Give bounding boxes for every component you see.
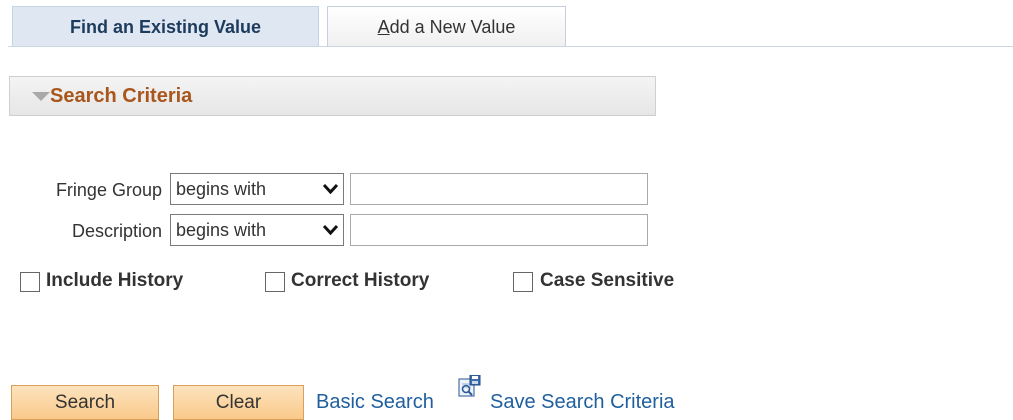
search-criteria-header[interactable]: Search Criteria: [9, 76, 656, 116]
case-sensitive-label: Case Sensitive: [540, 270, 675, 291]
description-input[interactable]: [350, 214, 648, 246]
clear-button[interactable]: Clear: [173, 385, 304, 420]
fringe-group-operator-select[interactable]: begins with: [170, 173, 344, 205]
case-sensitive-checkbox[interactable]: [513, 272, 533, 292]
section-title: Search Criteria: [50, 85, 193, 107]
chevron-down-icon: [322, 224, 339, 236]
tab-find-existing-value[interactable]: Find an Existing Value: [12, 6, 319, 46]
fringe-group-input[interactable]: [350, 173, 648, 205]
fringe-group-label: Fringe Group: [55, 180, 162, 200]
correct-history-label: Correct History: [291, 270, 430, 291]
operator-value: begins with: [176, 220, 267, 240]
save-search-criteria-link[interactable]: Save Search Criteria: [490, 391, 675, 414]
tab-label: dd a New Value: [389, 17, 516, 37]
include-history-checkbox[interactable]: [20, 272, 40, 292]
save-search-icon[interactable]: [457, 375, 481, 399]
search-button[interactable]: Search: [11, 385, 159, 420]
tab-access-key: A: [377, 17, 390, 37]
tab-label: Find an Existing Value: [69, 17, 262, 37]
triangle-down-icon: [32, 92, 50, 101]
correct-history-checkbox[interactable]: [265, 272, 285, 292]
basic-search-link[interactable]: Basic Search: [316, 391, 434, 414]
operator-value: begins with: [176, 179, 267, 199]
description-operator-select[interactable]: begins with: [170, 214, 344, 246]
chevron-down-icon: [322, 183, 339, 195]
description-label: Description: [71, 221, 162, 241]
include-history-label: Include History: [46, 270, 184, 291]
tab-add-new-value[interactable]: Add a New Value: [327, 6, 566, 46]
